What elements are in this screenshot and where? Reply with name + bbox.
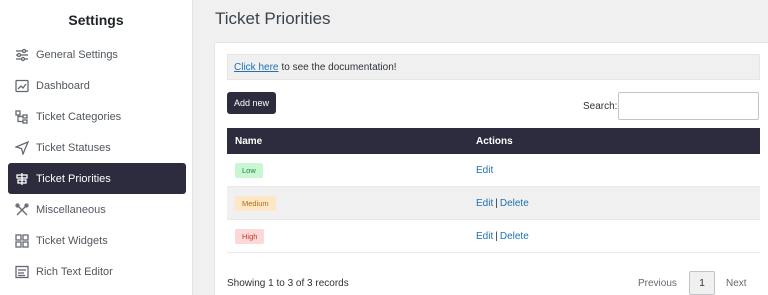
tree-icon [15,109,29,124]
sidebar-item-label: Ticket Statuses [36,141,111,154]
settings-sidebar: Settings General Settings Dashboard Tick… [0,0,193,295]
page-title: Ticket Priorities [215,9,331,28]
edit-link[interactable]: Edit [476,165,493,176]
search-label: Search: [583,101,618,112]
sliders-icon [15,48,29,62]
pagination-next[interactable]: Next [726,271,747,295]
pagination-previous[interactable]: Previous [638,271,677,295]
priorities-panel: Click here to see the documentation! Add… [214,42,768,295]
priorities-table: Name Actions Low Edit Medium Edit | Delete… [227,128,760,253]
tools-icon [15,202,29,217]
sidebar-item-label: Ticket Widgets [36,234,108,247]
search-input[interactable] [618,92,759,120]
documentation-notice: Click here to see the documentation! [227,54,760,80]
sidebar-nav: General Settings Dashboard Ticket Catego… [8,39,186,287]
widgets-icon [15,233,29,248]
chart-icon [15,79,29,93]
sidebar-item-ticket-statuses[interactable]: Ticket Statuses [8,132,186,163]
delete-link[interactable]: Delete [500,231,529,242]
sidebar-item-label: Ticket Priorities [36,172,111,185]
table-row: Low Edit [227,154,760,187]
priority-badge-medium: Medium [235,195,276,211]
delete-link[interactable]: Delete [500,198,529,209]
sidebar-item-dashboard[interactable]: Dashboard [8,70,186,101]
column-header-actions: Actions [476,135,513,147]
action-separator: | [495,197,498,209]
editor-icon [15,265,29,279]
add-new-button[interactable]: Add new [227,92,276,114]
sidebar-title: Settings [68,12,124,28]
edit-link[interactable]: Edit [476,198,493,209]
pagination-page-1[interactable]: 1 [689,271,715,295]
table-row: Medium Edit | Delete [227,187,760,220]
sidebar-item-ticket-widgets[interactable]: Ticket Widgets [8,225,186,256]
sidebar-item-label: Ticket Categories [36,110,122,123]
priority-badge-high: High [235,228,265,244]
priority-badge-low: Low [235,162,263,178]
documentation-text: to see the documentation! [281,61,397,73]
sidebar-item-ticket-categories[interactable]: Ticket Categories [8,101,186,132]
sidebar-item-rich-text-editor[interactable]: Rich Text Editor [8,256,186,287]
documentation-link[interactable]: Click here [234,62,278,73]
send-icon [15,140,29,155]
column-header-name: Name [235,135,263,147]
sidebar-item-label: Dashboard [36,79,90,92]
sidebar-item-miscellaneous[interactable]: Miscellaneous [8,194,186,225]
sidebar-item-label: Rich Text Editor [36,265,113,278]
sidebar-item-ticket-priorities[interactable]: Ticket Priorities [8,163,186,194]
sidebar-item-label: Miscellaneous [36,203,106,216]
table-row: High Edit | Delete [227,220,760,253]
sidebar-item-general-settings[interactable]: General Settings [8,39,186,70]
action-separator: | [495,230,498,242]
priority-icon [15,172,29,186]
edit-link[interactable]: Edit [476,231,493,242]
sidebar-item-label: General Settings [36,48,118,61]
table-header: Name Actions [227,128,760,154]
records-info: Showing 1 to 3 of 3 records [227,278,349,289]
